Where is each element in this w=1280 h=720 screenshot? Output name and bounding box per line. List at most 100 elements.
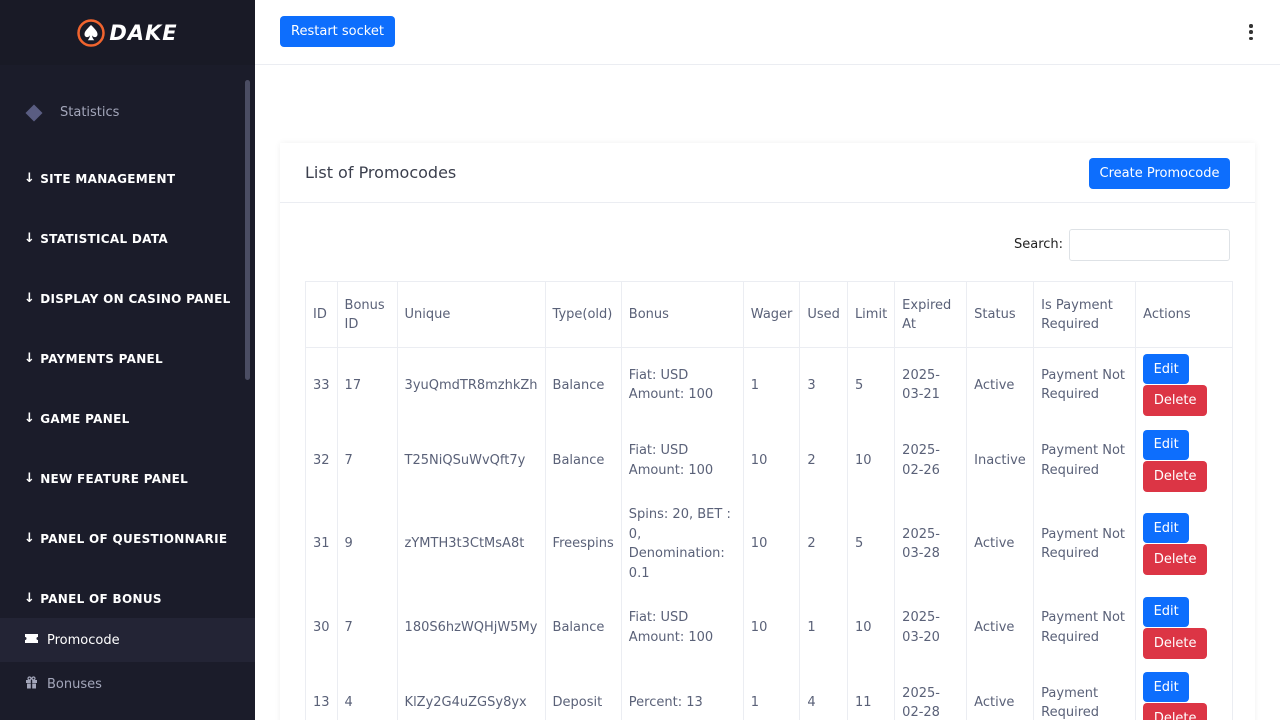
cell-status: Active (966, 347, 1035, 423)
cell-limit: 10 (846, 422, 896, 499)
cell-unique: 3yuQmdTR8mzhkZh (396, 347, 546, 423)
ticket-icon (24, 633, 39, 647)
sidebar-section-site-management[interactable]: ↓ SITE MANAGEMENT (24, 171, 175, 186)
delete-button[interactable]: Delete (1143, 385, 1208, 417)
col-header-bonus[interactable]: Bonus (620, 281, 744, 348)
spade-logo-icon (77, 18, 106, 47)
edit-button[interactable]: Edit (1143, 513, 1190, 543)
card-header: List of Promocodes Create Promocode (280, 143, 1255, 203)
cell-expired-at: 2025-02-28 (894, 665, 968, 720)
cell-payment-required: Payment Required (1033, 665, 1137, 720)
cell-wager: 10 (742, 422, 801, 499)
col-header-payment-required[interactable]: Is Payment Required (1033, 281, 1137, 348)
cell-actions: Edit Delete (1135, 589, 1234, 666)
cell-type: Balance (544, 347, 622, 423)
sidebar-section-display-on-casino-panel[interactable]: ↓ DISPLAY ON CASINO PANEL (24, 291, 231, 306)
edit-button[interactable]: Edit (1143, 354, 1190, 385)
topbar: Restart socket (255, 0, 1280, 65)
cell-id: 30 (305, 589, 338, 666)
sidebar-section-panel-of-bonus[interactable]: ↓ PANEL OF BONUS (24, 591, 162, 606)
sidebar-scrollbar[interactable] (245, 80, 250, 380)
cell-bonus-id: 7 (336, 589, 398, 666)
sidebar-item-label: Bonuses (47, 676, 102, 692)
table-row: 13 4 KlZy2G4uZGSy8yx Deposit Percent: 13… (305, 665, 1234, 720)
cell-limit: 5 (846, 347, 896, 423)
cell-status: Active (966, 589, 1035, 666)
sidebar-section-statistical-data[interactable]: ↓ STATISTICAL DATA (24, 231, 168, 246)
delete-button[interactable]: Delete (1143, 703, 1208, 720)
col-header-limit[interactable]: Limit (846, 281, 896, 348)
cell-wager: 10 (742, 498, 801, 590)
create-promocode-button[interactable]: Create Promocode (1089, 158, 1230, 189)
promocodes-card: List of Promocodes Create Promocode Sear… (280, 143, 1255, 720)
sidebar-section-new-feature-panel[interactable]: ↓ NEW FEATURE PANEL (24, 471, 188, 486)
col-header-id[interactable]: ID (305, 281, 338, 348)
col-header-wager[interactable]: Wager (742, 281, 801, 348)
gift-icon (24, 676, 39, 692)
sidebar-item-statistics[interactable]: Statistics (24, 104, 119, 121)
cell-status: Active (966, 498, 1035, 590)
cell-actions: Edit Delete (1135, 665, 1234, 720)
col-header-actions[interactable]: Actions (1135, 281, 1234, 348)
cell-used: 3 (799, 347, 848, 423)
arrow-down-icon: ↓ (24, 471, 36, 486)
edit-button[interactable]: Edit (1143, 429, 1190, 460)
col-header-expired-at[interactable]: Expired At (894, 281, 968, 348)
col-header-bonus-id[interactable]: Bonus ID (336, 281, 398, 348)
edit-button[interactable]: Edit (1143, 672, 1190, 702)
arrow-down-icon: ↓ (24, 591, 36, 606)
col-header-status[interactable]: Status (966, 281, 1035, 348)
edit-button[interactable]: Edit (1143, 596, 1190, 627)
cell-actions: Edit Delete (1135, 347, 1234, 423)
cell-bonus-id: 9 (336, 498, 398, 590)
cell-unique: KlZy2G4uZGSy8yx (396, 665, 546, 720)
cell-type: Deposit (544, 665, 622, 720)
sidebar-item-bonuses[interactable]: Bonuses (0, 662, 255, 706)
cell-payment-required: Payment Not Required (1033, 347, 1137, 423)
sidebar-section-payments-panel[interactable]: ↓ PAYMENTS PANEL (24, 351, 163, 366)
sidebar-item-promocode[interactable]: Promocode (0, 618, 255, 662)
cell-type: Balance (544, 589, 622, 666)
col-header-type[interactable]: Type(old) (544, 281, 622, 348)
cell-wager: 1 (742, 665, 801, 720)
sidebar-section-game-panel[interactable]: ↓ GAME PANEL (24, 411, 130, 426)
arrow-down-icon: ↓ (24, 411, 36, 426)
brand[interactable]: DAKE (0, 0, 255, 65)
cell-limit: 10 (846, 589, 896, 666)
kebab-menu-icon[interactable] (1246, 22, 1256, 42)
cell-payment-required: Payment Not Required (1033, 498, 1137, 590)
diamond-icon (25, 104, 43, 121)
search-input[interactable] (1069, 229, 1230, 261)
promocodes-table: ID Bonus ID Unique Type(old) Bonus Wager… (305, 281, 1234, 720)
cell-used: 4 (799, 665, 848, 720)
table-row: 32 7 T25NiQSuWvQft7y Balance Fiat: USD A… (305, 422, 1234, 499)
cell-unique: 180S6hzWQHjW5My (396, 589, 546, 666)
cell-payment-required: Payment Not Required (1033, 589, 1137, 666)
cell-actions: Edit Delete (1135, 422, 1234, 499)
arrow-down-icon: ↓ (24, 171, 36, 186)
sidebar-item-label: Promocode (47, 632, 120, 648)
delete-button[interactable]: Delete (1143, 460, 1208, 492)
cell-status: Inactive (966, 422, 1035, 499)
col-header-unique[interactable]: Unique (396, 281, 546, 348)
delete-button[interactable]: Delete (1143, 627, 1208, 659)
section-label: PANEL OF QUESTIONNARIE (40, 531, 228, 546)
col-header-used[interactable]: Used (799, 281, 848, 348)
section-label: PANEL OF BONUS (40, 591, 162, 606)
cell-unique: zYMTH3t3CtMsA8t (396, 498, 546, 590)
table-row: 31 9 zYMTH3t3CtMsA8t Freespins Spins: 20… (305, 498, 1234, 590)
section-label: DISPLAY ON CASINO PANEL (40, 291, 231, 306)
restart-socket-button[interactable]: Restart socket (280, 16, 395, 47)
cell-bonus: Fiat: USD Amount: 100 (620, 347, 744, 423)
cell-used: 2 (799, 422, 848, 499)
delete-button[interactable]: Delete (1143, 544, 1208, 575)
section-label: SITE MANAGEMENT (40, 171, 176, 186)
cell-unique: T25NiQSuWvQft7y (396, 422, 546, 499)
cell-id: 31 (305, 498, 338, 590)
cell-bonus: Fiat: USD Amount: 100 (620, 589, 744, 666)
cell-id: 13 (305, 665, 338, 720)
cell-expired-at: 2025-02-26 (894, 422, 968, 499)
sidebar-section-panel-of-questionnarie[interactable]: ↓ PANEL OF QUESTIONNARIE (24, 531, 227, 546)
arrow-down-icon: ↓ (24, 351, 36, 366)
cell-bonus: Percent: 13 (620, 665, 744, 720)
